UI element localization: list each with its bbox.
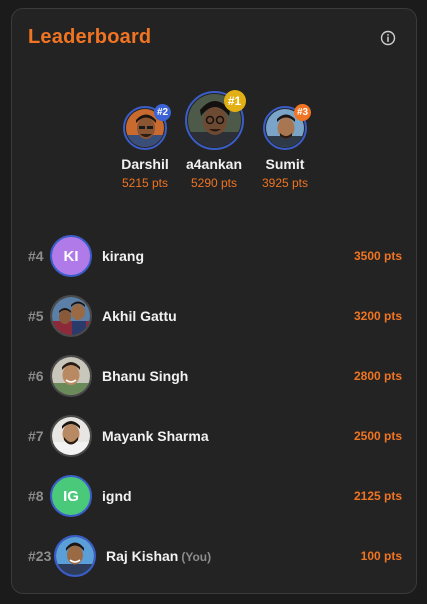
list-item[interactable]: #5 Akhil Gattu 3200 pts bbox=[28, 292, 402, 340]
avatar: #2 bbox=[123, 104, 171, 150]
rank-badge: #3 bbox=[294, 104, 311, 121]
avatar: KI bbox=[50, 235, 92, 277]
user-points: 2500 pts bbox=[353, 429, 402, 443]
podium-points: 5290 pts bbox=[190, 176, 238, 190]
list-item[interactable]: #8 IG ignd 2125 pts bbox=[28, 472, 402, 520]
user-name: Bhanu Singh bbox=[102, 368, 189, 384]
user-name: Raj Kishan (You) bbox=[106, 548, 211, 564]
leaderboard-card: Leaderboard #2 Darshil 5215 pts #1 a4ank… bbox=[11, 8, 417, 594]
rank-number: #7 bbox=[28, 428, 44, 444]
podium-second[interactable]: #2 Darshil 5215 pts bbox=[108, 104, 182, 190]
podium-first[interactable]: #1 a4ankan 5290 pts bbox=[177, 90, 251, 190]
podium-name: Darshil bbox=[121, 156, 169, 172]
user-name: Mayank Sharma bbox=[102, 428, 209, 444]
podium-points: 3925 pts bbox=[261, 176, 309, 190]
rank-number: #4 bbox=[28, 248, 44, 264]
rank-badge: #2 bbox=[154, 104, 171, 121]
avatar: #1 bbox=[184, 90, 246, 150]
avatar bbox=[50, 355, 92, 397]
avatar bbox=[54, 535, 96, 577]
rank-number: #23 bbox=[28, 548, 52, 564]
list-item[interactable]: #4 KI kirang 3500 pts bbox=[28, 232, 402, 280]
avatar bbox=[50, 415, 92, 457]
rank-number: #6 bbox=[28, 368, 44, 384]
podium-name: a4ankan bbox=[185, 156, 243, 172]
user-name: kirang bbox=[102, 248, 145, 264]
list-item[interactable]: #7 Mayank Sharma 2500 pts bbox=[28, 412, 402, 460]
podium-third[interactable]: #3 Sumit 3925 pts bbox=[248, 104, 322, 190]
user-points: 2125 pts bbox=[353, 489, 402, 503]
avatar bbox=[50, 295, 92, 337]
avatar: #3 bbox=[263, 104, 311, 150]
list-item-current-user[interactable]: #23 Raj Kishan (You) 100 pts bbox=[28, 532, 402, 580]
avatar: IG bbox=[50, 475, 92, 517]
user-name-text: Raj Kishan bbox=[106, 548, 179, 564]
rank-number: #8 bbox=[28, 488, 44, 504]
podium-points: 5215 pts bbox=[121, 176, 169, 190]
user-name: ignd bbox=[102, 488, 132, 504]
user-name: Akhil Gattu bbox=[102, 308, 177, 324]
leaderboard-title: Leaderboard bbox=[28, 26, 152, 48]
user-points: 2800 pts bbox=[353, 369, 402, 383]
user-points: 3500 pts bbox=[353, 249, 402, 263]
info-icon[interactable] bbox=[380, 30, 396, 46]
podium-name: Sumit bbox=[265, 156, 305, 172]
list-item[interactable]: #6 Bhanu Singh 2800 pts bbox=[28, 352, 402, 400]
rank-number: #5 bbox=[28, 308, 44, 324]
rank-badge: #1 bbox=[223, 90, 246, 112]
you-tag: (You) bbox=[181, 550, 212, 564]
user-points: 3200 pts bbox=[353, 309, 402, 323]
user-points: 100 pts bbox=[360, 549, 402, 563]
